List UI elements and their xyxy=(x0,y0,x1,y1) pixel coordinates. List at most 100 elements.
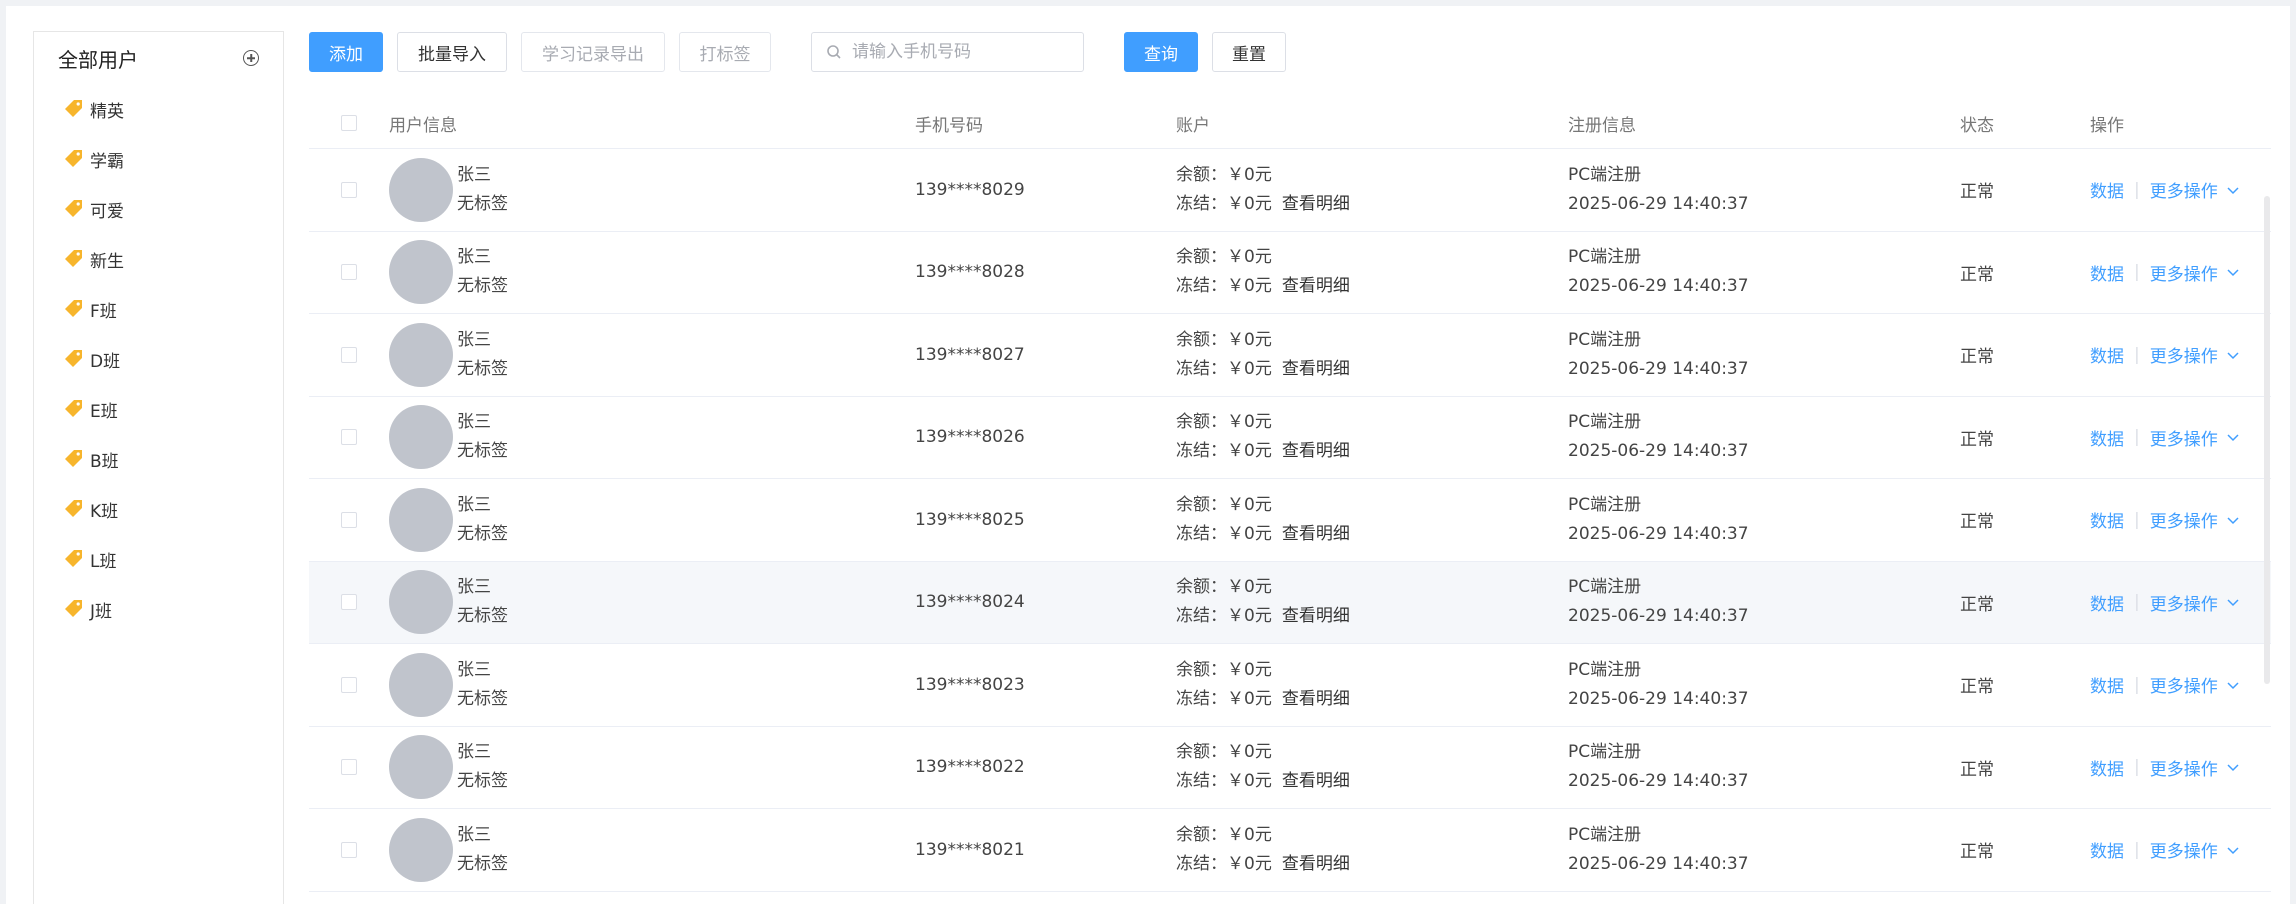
more-actions-dropdown[interactable]: 更多操作 xyxy=(2150,425,2218,450)
chevron-down-icon[interactable] xyxy=(2226,183,2240,197)
phone-number: 139****8025 xyxy=(915,509,1025,530)
chevron-down-icon[interactable] xyxy=(2226,843,2240,857)
phone-search-box[interactable] xyxy=(811,32,1084,72)
sidebar-tag-item[interactable]: 可爱 xyxy=(34,184,283,234)
plus-circle-icon[interactable] xyxy=(243,50,259,66)
more-actions-dropdown[interactable]: 更多操作 xyxy=(2150,260,2218,285)
table-header: 用户信息 手机号码 账户 注册信息 状态 操作 xyxy=(309,98,2271,149)
ops-divider: | xyxy=(2134,427,2140,448)
status-text: 正常 xyxy=(1960,842,1994,863)
tag-icon xyxy=(65,150,82,167)
sidebar-tag-item[interactable]: 学霸 xyxy=(34,134,283,184)
view-detail-link[interactable]: 查看明细 xyxy=(1282,359,1350,379)
sidebar-tag-item[interactable]: B班 xyxy=(34,434,283,484)
reset-button[interactable]: 重置 xyxy=(1212,32,1286,72)
more-actions-dropdown[interactable]: 更多操作 xyxy=(2150,837,2218,862)
registration-time: 2025-06-29 14:40:37 xyxy=(1568,276,1749,297)
data-link[interactable]: 数据 xyxy=(2090,837,2124,862)
user-tag: 无标签 xyxy=(457,688,508,709)
sidebar-tag-item[interactable]: D班 xyxy=(34,334,283,384)
user-tag: 无标签 xyxy=(457,358,508,379)
phone-search-input[interactable] xyxy=(850,41,1074,63)
data-link[interactable]: 数据 xyxy=(2090,672,2124,697)
more-actions-dropdown[interactable]: 更多操作 xyxy=(2150,755,2218,780)
row-checkbox[interactable] xyxy=(341,594,357,611)
row-checkbox[interactable] xyxy=(341,511,357,528)
ops-divider: | xyxy=(2134,179,2140,200)
row-checkbox[interactable] xyxy=(341,429,357,446)
registration-time: 2025-06-29 14:40:37 xyxy=(1568,358,1749,379)
view-detail-link[interactable]: 查看明细 xyxy=(1282,276,1350,296)
phone-number: 139****8023 xyxy=(915,674,1025,695)
chevron-down-icon[interactable] xyxy=(2226,760,2240,774)
column-user-info: 用户信息 xyxy=(389,115,457,136)
frozen-line: 冻结：￥0元 查看明细 xyxy=(1176,193,1350,214)
table-row: 张三 无标签 139****8024 余额：￥0元 冻结：￥0元 查看明细 PC端… xyxy=(309,561,2271,644)
data-link[interactable]: 数据 xyxy=(2090,755,2124,780)
vertical-scrollbar[interactable] xyxy=(2264,196,2270,684)
select-all-checkbox[interactable] xyxy=(341,115,357,131)
sidebar-tag-item[interactable]: L班 xyxy=(34,534,283,584)
tag-icon xyxy=(65,300,82,317)
tag-icon xyxy=(65,350,82,367)
batch-import-button[interactable]: 批量导入 xyxy=(397,32,507,72)
phone-number: 139****8026 xyxy=(915,427,1025,448)
data-link[interactable]: 数据 xyxy=(2090,590,2124,615)
row-checkbox[interactable] xyxy=(341,346,357,363)
row-checkbox[interactable] xyxy=(341,841,357,858)
chevron-down-icon[interactable] xyxy=(2226,595,2240,609)
view-detail-link[interactable]: 查看明细 xyxy=(1282,606,1350,626)
more-actions-dropdown[interactable]: 更多操作 xyxy=(2150,507,2218,532)
chevron-down-icon[interactable] xyxy=(2226,678,2240,692)
registration-source: PC端注册 xyxy=(1568,577,1642,598)
data-link[interactable]: 数据 xyxy=(2090,177,2124,202)
frozen-line: 冻结：￥0元 查看明细 xyxy=(1176,358,1350,379)
chevron-down-icon[interactable] xyxy=(2226,348,2240,362)
export-learning-records-button[interactable]: 学习记录导出 xyxy=(521,32,665,72)
sidebar-tag-item[interactable]: F班 xyxy=(34,284,283,334)
query-button[interactable]: 查询 xyxy=(1124,32,1198,72)
more-actions-dropdown[interactable]: 更多操作 xyxy=(2150,590,2218,615)
balance-line: 余额：￥0元 xyxy=(1176,742,1272,763)
registration-source: PC端注册 xyxy=(1568,742,1642,763)
avatar xyxy=(389,405,453,470)
sidebar-tag-item[interactable]: 新生 xyxy=(34,234,283,284)
view-detail-link[interactable]: 查看明细 xyxy=(1282,689,1350,709)
more-actions-dropdown[interactable]: 更多操作 xyxy=(2150,672,2218,697)
more-actions-dropdown[interactable]: 更多操作 xyxy=(2150,342,2218,367)
avatar xyxy=(389,817,453,882)
sidebar-tag-item[interactable]: J班 xyxy=(34,584,283,634)
view-detail-link[interactable]: 查看明细 xyxy=(1282,441,1350,461)
sidebar-title[interactable]: 全部用户 xyxy=(58,44,138,73)
ops-divider: | xyxy=(2134,262,2140,283)
row-checkbox[interactable] xyxy=(341,181,357,198)
registration-time: 2025-06-29 14:40:37 xyxy=(1568,523,1749,544)
row-checkbox[interactable] xyxy=(341,676,357,693)
view-detail-link[interactable]: 查看明细 xyxy=(1282,524,1350,544)
status-text: 正常 xyxy=(1960,759,1994,780)
data-link[interactable]: 数据 xyxy=(2090,342,2124,367)
sidebar-tag-item[interactable]: 精英 xyxy=(34,84,283,134)
sidebar-tag-item[interactable]: K班 xyxy=(34,484,283,534)
data-link[interactable]: 数据 xyxy=(2090,260,2124,285)
sidebar-tag-item[interactable]: E班 xyxy=(34,384,283,434)
user-name: 张三 xyxy=(457,659,491,680)
row-checkbox[interactable] xyxy=(341,759,357,776)
view-detail-link[interactable]: 查看明细 xyxy=(1282,854,1350,874)
chevron-down-icon[interactable] xyxy=(2226,265,2240,279)
tagging-button[interactable]: 打标签 xyxy=(679,32,771,72)
chevron-down-icon[interactable] xyxy=(2226,513,2240,527)
data-link[interactable]: 数据 xyxy=(2090,425,2124,450)
frozen-line: 冻结：￥0元 查看明细 xyxy=(1176,523,1350,544)
chevron-down-icon[interactable] xyxy=(2226,430,2240,444)
view-detail-link[interactable]: 查看明细 xyxy=(1282,194,1350,214)
toolbar: 添加 批量导入 学习记录导出 打标签 查询 重置 xyxy=(309,32,1286,72)
user-tag: 无标签 xyxy=(457,771,508,792)
avatar xyxy=(389,240,453,305)
add-button[interactable]: 添加 xyxy=(309,32,383,72)
registration-source: PC端注册 xyxy=(1568,329,1642,350)
view-detail-link[interactable]: 查看明细 xyxy=(1282,771,1350,791)
more-actions-dropdown[interactable]: 更多操作 xyxy=(2150,177,2218,202)
data-link[interactable]: 数据 xyxy=(2090,507,2124,532)
row-checkbox[interactable] xyxy=(341,264,357,281)
